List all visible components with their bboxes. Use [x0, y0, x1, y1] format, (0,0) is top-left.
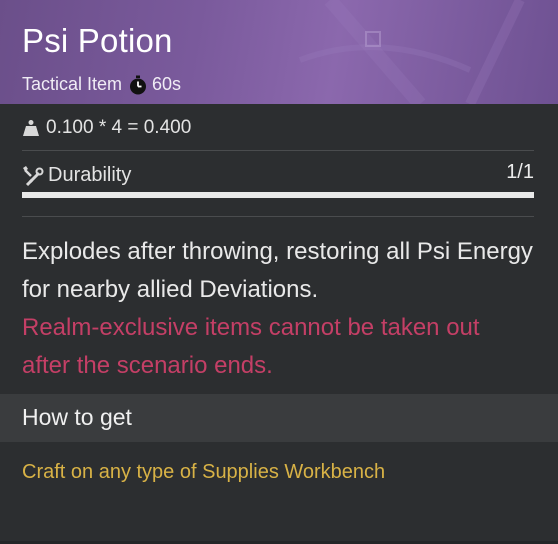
weight-icon	[22, 119, 40, 137]
how-to-get-source: Craft on any type of Supplies Workbench	[22, 461, 386, 483]
item-title: Psi Potion	[22, 22, 173, 59]
stopwatch-icon	[128, 75, 148, 95]
weight-row: 0.100 * 4 = 0.400	[22, 117, 191, 139]
durability-value: 1/1	[506, 161, 534, 183]
description-warning: Realm-exclusive items cannot be taken ou…	[22, 314, 480, 379]
divider	[22, 216, 534, 217]
item-tooltip: Psi Potion Tactical Item 60s 0.100 * 4 =…	[0, 0, 558, 544]
durability-row: Durability	[22, 164, 131, 187]
item-cooldown: 60s	[152, 74, 182, 94]
durability-label: Durability	[48, 164, 132, 186]
durability-bar-fill	[22, 192, 534, 198]
item-category: Tactical Item	[22, 74, 123, 94]
divider	[22, 150, 534, 151]
how-to-get-title: How to get	[22, 404, 132, 430]
item-subtitle: Tactical Item 60s	[22, 74, 181, 95]
item-header: Psi Potion Tactical Item 60s	[0, 0, 558, 104]
item-description: Explodes after throwing, restoring all P…	[22, 233, 534, 385]
description-text: Explodes after throwing, restoring all P…	[22, 238, 533, 303]
durability-bar	[22, 192, 534, 198]
wrench-icon	[22, 165, 44, 187]
weight-text: 0.100 * 4 = 0.400	[46, 117, 192, 138]
